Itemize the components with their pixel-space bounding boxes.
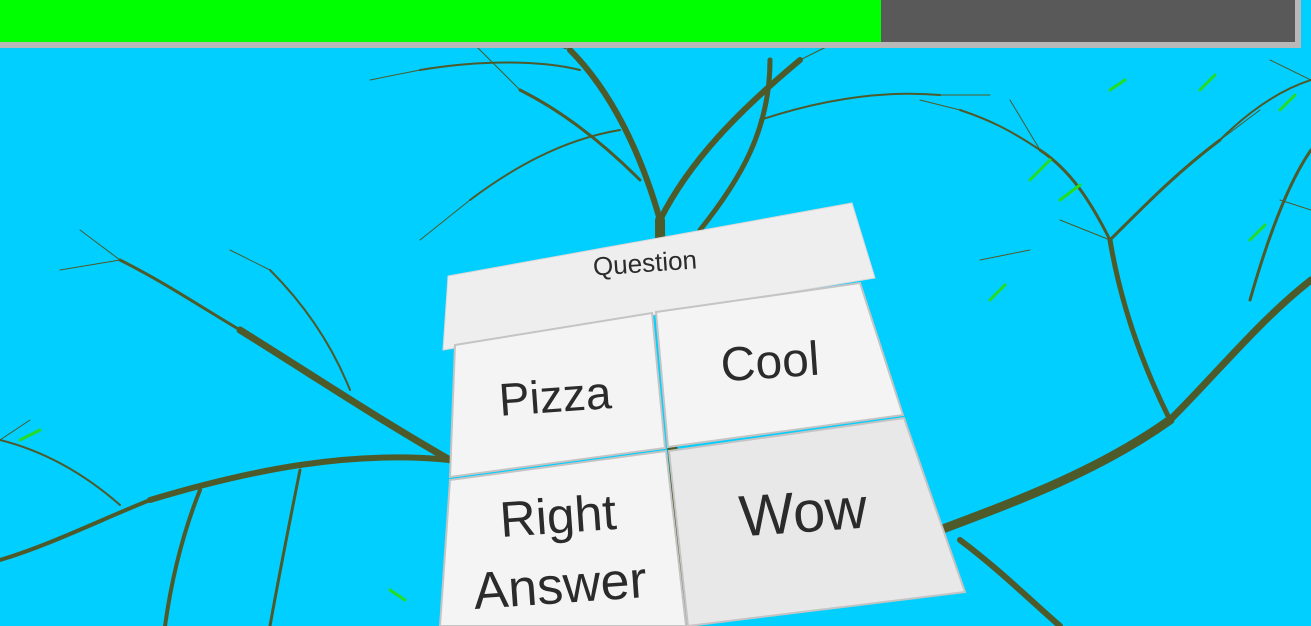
game-scene: Question Pizza Cool Right Answer Wow [0,0,1311,626]
answer-button-bottom-right[interactable]: Wow [667,416,967,626]
answer-label: Cool [719,333,821,393]
answer-label: Pizza [497,366,613,426]
answer-button-bottom-left[interactable]: Right Answer [438,449,688,626]
answer-label-line1: Right [498,484,618,548]
answer-label-line2: Answer [472,551,649,621]
answer-label: Wow [737,476,870,550]
quiz-panel: Question Pizza Cool Right Answer Wow [438,202,967,626]
